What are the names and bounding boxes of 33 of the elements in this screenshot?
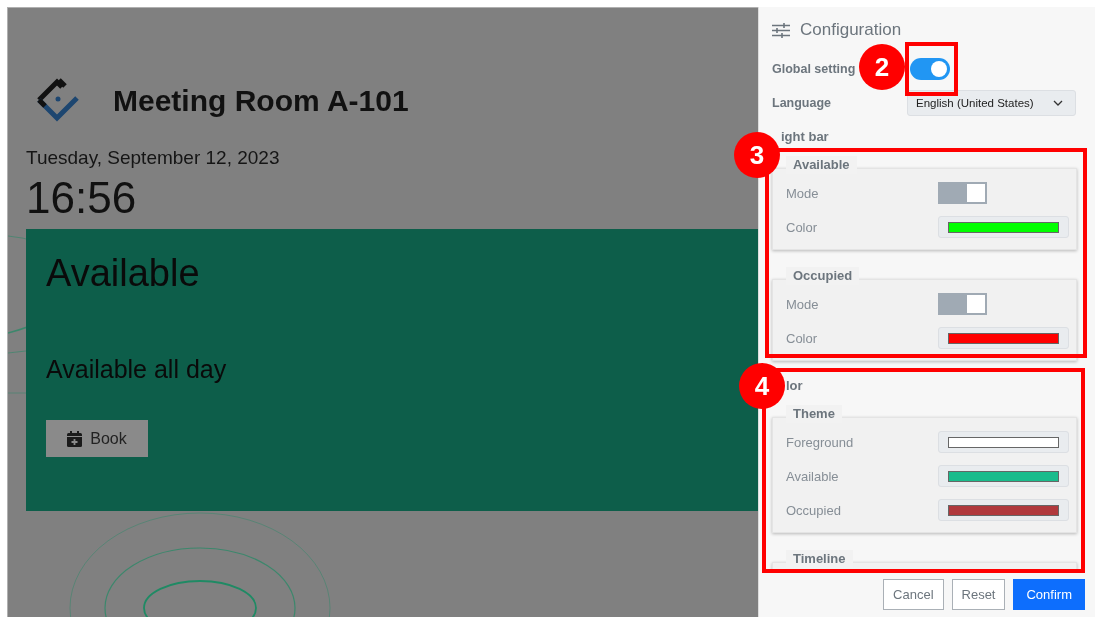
annotation-frame (905, 42, 958, 96)
global-setting-toggle[interactable] (910, 58, 950, 80)
color-label: Occupied (786, 502, 842, 518)
color-picker[interactable] (938, 431, 1069, 453)
calendar-plus-icon (67, 430, 83, 447)
color-label: Available (786, 468, 840, 484)
color-picker[interactable] (938, 327, 1069, 349)
status-detail: Available all day (46, 355, 227, 384)
room-title: Meeting Room A-101 (113, 84, 409, 118)
book-button[interactable]: Book (46, 420, 148, 457)
global-setting-label: Global setting (772, 62, 856, 76)
language-label: Language (772, 96, 832, 110)
mode-label: Mode (786, 185, 820, 201)
sliders-icon (772, 22, 790, 38)
color-label: Color (786, 330, 819, 346)
color-label: Color (786, 219, 819, 235)
section-label: lor (785, 377, 804, 395)
color-picker[interactable] (938, 499, 1069, 521)
color-picker[interactable] (938, 465, 1069, 487)
panel-title: Configuration (800, 20, 902, 40)
time-text: 16:56 (26, 173, 137, 223)
date-text: Tuesday, September 12, 2023 (26, 147, 280, 169)
footer-button[interactable]: Confirm (1013, 579, 1085, 610)
language-select[interactable]: English (United States) (907, 90, 1076, 116)
footer-button[interactable]: Cancel (883, 579, 944, 610)
mode-label: Mode (786, 296, 820, 312)
section-label: ight bar (780, 128, 830, 146)
color-picker[interactable] (938, 216, 1069, 238)
chevron-down-icon (1053, 100, 1063, 106)
status-title: Available (46, 251, 200, 295)
group-legend: Occupied (786, 267, 860, 285)
color-label: Foreground (786, 434, 855, 450)
footer-button[interactable]: Reset (951, 579, 1006, 610)
